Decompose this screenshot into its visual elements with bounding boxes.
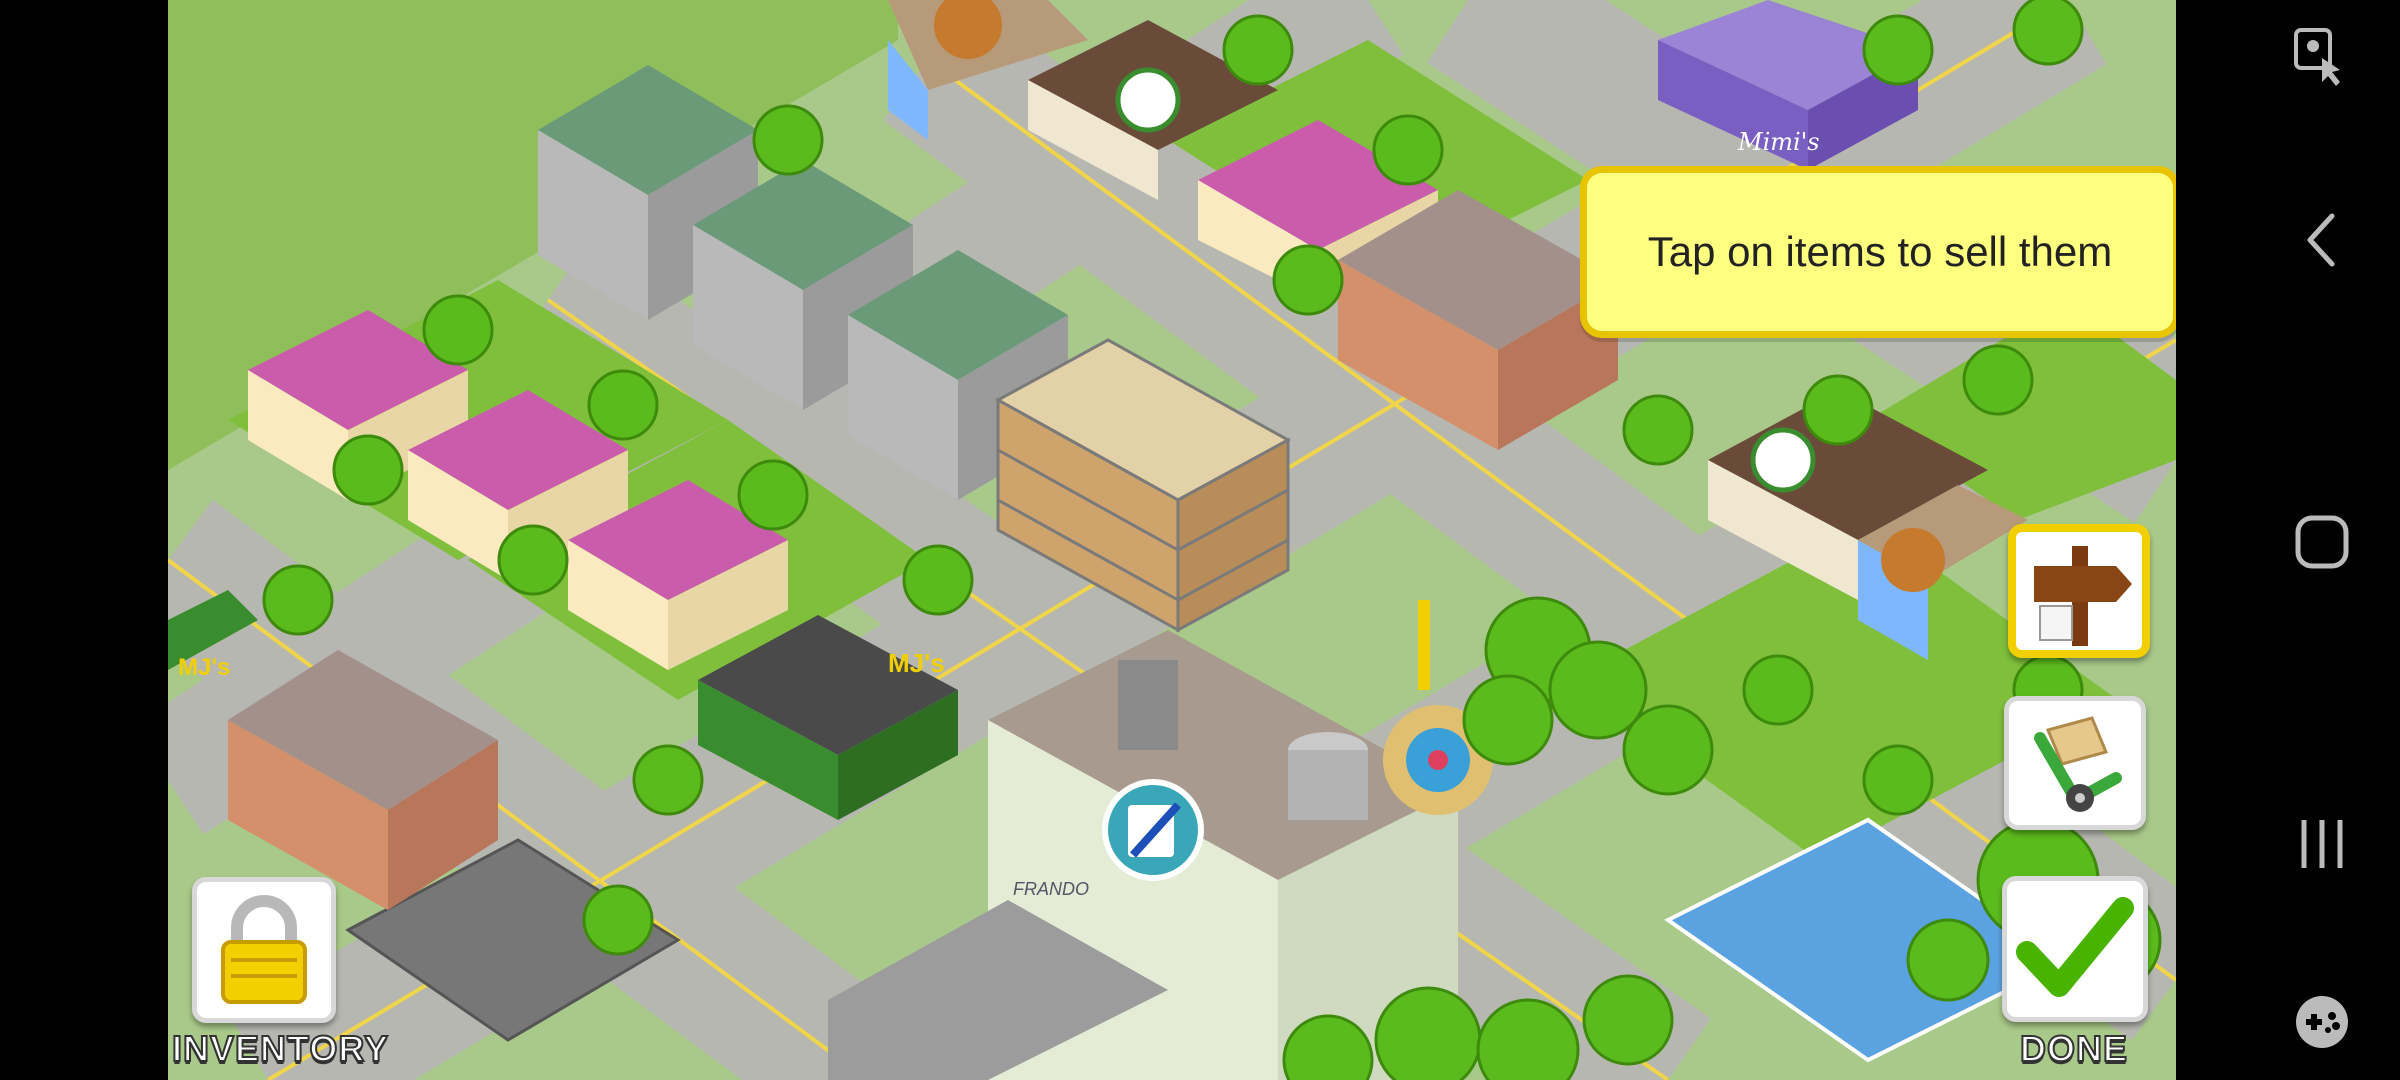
padlock-icon bbox=[221, 895, 307, 1004]
sell-hint-text: Tap on items to sell them bbox=[1647, 228, 2113, 275]
screenshot-touch-icon[interactable] bbox=[2290, 24, 2354, 88]
recents-icon[interactable] bbox=[2290, 812, 2354, 876]
letterbox-left bbox=[0, 0, 168, 1080]
mjs-sign-2: MJ's bbox=[178, 654, 230, 681]
city-map[interactable]: MJ's MJ's Mimi's FRANDO bbox=[168, 0, 2176, 1080]
hand-truck-icon bbox=[2034, 716, 2122, 812]
back-icon[interactable] bbox=[2290, 208, 2354, 272]
sell-hint-tooltip: Tap on items to sell them bbox=[1580, 166, 2176, 338]
inventory-button[interactable] bbox=[192, 877, 336, 1023]
system-nav-bar bbox=[2176, 0, 2400, 1080]
checkmark-icon bbox=[2016, 897, 2134, 997]
home-icon[interactable] bbox=[2290, 510, 2354, 574]
quest-clipboard-icon[interactable] bbox=[1102, 779, 1204, 881]
signpost-icon bbox=[2034, 546, 2132, 646]
done-label: DONE bbox=[2019, 1027, 2129, 1070]
school-sign: FRANDO bbox=[1013, 879, 1089, 899]
game-tools-icon[interactable] bbox=[2290, 990, 2354, 1054]
mimis-sign: Mimi's bbox=[1737, 128, 1820, 156]
game-viewport[interactable]: MJ's MJ's Mimi's FRANDO Tap on items to … bbox=[168, 0, 2176, 1080]
signpost-button[interactable] bbox=[2008, 524, 2150, 658]
inventory-label: INVENTORY bbox=[171, 1027, 390, 1070]
mjs-sign: MJ's bbox=[888, 648, 945, 678]
move-button[interactable] bbox=[2004, 696, 2146, 830]
done-button[interactable] bbox=[2002, 876, 2148, 1022]
